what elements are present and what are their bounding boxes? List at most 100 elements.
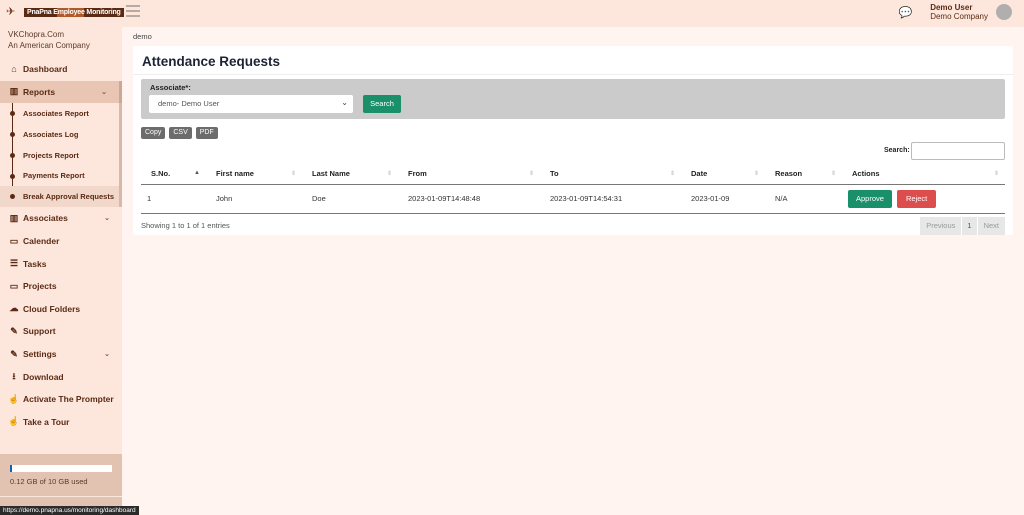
next-page-button[interactable]: Next [977, 217, 1005, 235]
sidebar-subitem-associates-report[interactable]: Associates Report [0, 103, 119, 124]
column-label: To [550, 169, 559, 179]
cell-sno: 1 [141, 184, 206, 214]
sidebar-item-cloud-folders[interactable]: ☁ Cloud Folders [0, 298, 122, 321]
eagle-icon: ✈ [6, 6, 16, 18]
table-info: Showing 1 to 1 of 1 entries [141, 221, 230, 230]
tasks-icon: ☰ [9, 258, 19, 269]
sidebar-item-take-a-tour[interactable]: ☝ Take a Tour [0, 411, 122, 434]
cell-to: 2023-01-09T14:54:31 [540, 184, 681, 214]
bar-chart-icon: ▥ [9, 86, 19, 97]
column-header-last-name[interactable]: Last Name ⇕ [302, 164, 398, 185]
chevron-down-icon: ⌄ [101, 88, 107, 96]
storage-usage: 0.12 GB of 10 GB used [0, 454, 122, 496]
previous-page-button[interactable]: Previous [920, 217, 962, 235]
chevron-down-icon: ⌄ [104, 351, 110, 359]
breadcrumb: demo [133, 32, 152, 41]
page-1-button[interactable]: 1 [962, 217, 977, 235]
sort-icon: ⇕ [830, 171, 836, 177]
sidebar-subitem-projects-report[interactable]: Projects Report [0, 145, 119, 166]
user-company: Demo Company [930, 12, 988, 21]
cloud-icon: ☁ [9, 303, 19, 314]
sidebar-item-projects[interactable]: ▭ Projects [0, 275, 122, 298]
sidebar-subitem-break-approval-requests[interactable]: Break Approval Requests [0, 186, 119, 208]
sort-icon: ⇕ [386, 171, 392, 177]
csv-button[interactable]: CSV [169, 127, 192, 139]
company-name: VKChopra.Com [8, 30, 65, 39]
sidebar: VKChopra.Com An American Company ⌂ Dashbo… [0, 27, 122, 515]
column-label: Date [691, 169, 708, 179]
associate-select[interactable]: demo- Demo User ⌄ [149, 95, 353, 113]
column-header-to[interactable]: To ⇕ [540, 164, 681, 185]
sort-icon: ⇕ [753, 171, 759, 177]
sidebar-item-label: Calender [23, 236, 60, 247]
sidebar-item-activate-prompter[interactable]: ☝ Activate The Prompter [0, 388, 122, 411]
approve-button[interactable]: Approve [848, 189, 892, 208]
support-icon: ✎ [10, 325, 18, 336]
reject-button[interactable]: Reject [896, 189, 937, 208]
sidebar-item-reports[interactable]: ▥ Reports ⌄ [0, 80, 122, 104]
calendar-icon: ▭ [9, 235, 19, 246]
column-label: First name [216, 169, 254, 179]
filter-panel: Associate*: demo- Demo User ⌄ Search [141, 79, 1005, 119]
sidebar-subitem-associates-log[interactable]: Associates Log [0, 124, 119, 145]
sidebar-item-settings[interactable]: ✎ Settings ⌄ [0, 343, 122, 366]
monitor-icon: ▭ [9, 280, 19, 291]
sidebar-item-label: Reports [23, 86, 56, 97]
column-label: Reason [775, 169, 803, 179]
column-label: From [408, 169, 427, 179]
table-search-label: Search: [884, 147, 910, 154]
sidebar-subitem-payments-report[interactable]: Payments Report [0, 166, 119, 187]
sidebar-item-label: Dashboard [23, 64, 68, 75]
logo[interactable]: ✈ PnaPna Employee Monitoring [6, 6, 124, 18]
sidebar-item-label: Settings [23, 349, 57, 360]
download-icon: ⭳ [12, 370, 16, 381]
chevron-down-icon: ⌄ [104, 215, 110, 223]
sidebar-item-associates[interactable]: ▥ Associates ⌄ [0, 207, 122, 230]
column-header-first-name[interactable]: First name ⇕ [206, 164, 302, 185]
column-label: Last Name [312, 169, 350, 179]
export-buttons: Copy CSV PDF [141, 127, 218, 139]
status-url: https://demo.pnapna.us/monitoring/dashbo… [0, 506, 139, 515]
requests-table: S.No. ▲ First name ⇕ Last Name ⇕ From ⇕ To ⇕ … [141, 164, 1005, 214]
storage-text: 0.12 GB of 10 GB used [10, 477, 88, 486]
hand-pointer-icon: ☝ [8, 393, 20, 404]
chevron-down-icon: ⌄ [341, 98, 348, 107]
sidebar-item-label: Associates [23, 213, 68, 224]
user-name: Demo User [930, 3, 973, 12]
associate-label: Associate*: [150, 83, 191, 92]
column-header-reason[interactable]: Reason ⇕ [765, 164, 842, 185]
column-header-actions[interactable]: Actions ⇕ [842, 164, 1005, 185]
user-menu[interactable]: 💬 Demo User Demo Company [898, 3, 1012, 21]
sort-icon: ⇕ [290, 171, 296, 177]
attendance-requests-card: Attendance Requests Associate*: demo- De… [133, 46, 1013, 235]
sidebar-item-download[interactable]: ⭳ Download [0, 365, 122, 388]
cell-date: 2023-01-09 [681, 184, 765, 214]
cell-reason: N/A [765, 184, 842, 214]
chat-icon[interactable]: 💬 [898, 6, 912, 19]
column-header-date[interactable]: Date ⇕ [681, 164, 765, 185]
sidebar-item-tasks[interactable]: ☰ Tasks [0, 252, 122, 275]
pdf-button[interactable]: PDF [195, 127, 218, 139]
menu-toggle-icon[interactable] [126, 5, 140, 18]
page-title: Attendance Requests [142, 54, 281, 69]
associate-select-value: demo- Demo User [158, 99, 220, 108]
sidebar-item-dashboard[interactable]: ⌂ Dashboard [0, 58, 122, 81]
column-header-from[interactable]: From ⇕ [398, 164, 540, 185]
column-label: Actions [852, 169, 880, 179]
table-search-input[interactable] [911, 142, 1005, 160]
storage-bar-fill [10, 465, 12, 472]
hand-pointer-icon: ☝ [8, 416, 20, 427]
pagination: Previous 1 Next [920, 217, 1005, 235]
company-tagline: An American Company [8, 41, 90, 50]
sidebar-item-calender[interactable]: ▭ Calender [0, 230, 122, 253]
sidebar-item-label: Take a Tour [23, 416, 70, 427]
avatar[interactable] [996, 4, 1012, 20]
search-button[interactable]: Search [363, 95, 401, 113]
sidebar-item-support[interactable]: ✎ Support [0, 320, 122, 343]
column-header-sno[interactable]: S.No. ▲ [141, 164, 206, 185]
company-info: VKChopra.Com An American Company [0, 27, 122, 53]
table-row: 1 John Doe 2023-01-09T14:48:48 2023-01-0… [141, 184, 1005, 214]
copy-button[interactable]: Copy [141, 127, 166, 139]
sort-icon: ⇕ [669, 171, 675, 177]
sort-icon: ⇕ [528, 171, 534, 177]
